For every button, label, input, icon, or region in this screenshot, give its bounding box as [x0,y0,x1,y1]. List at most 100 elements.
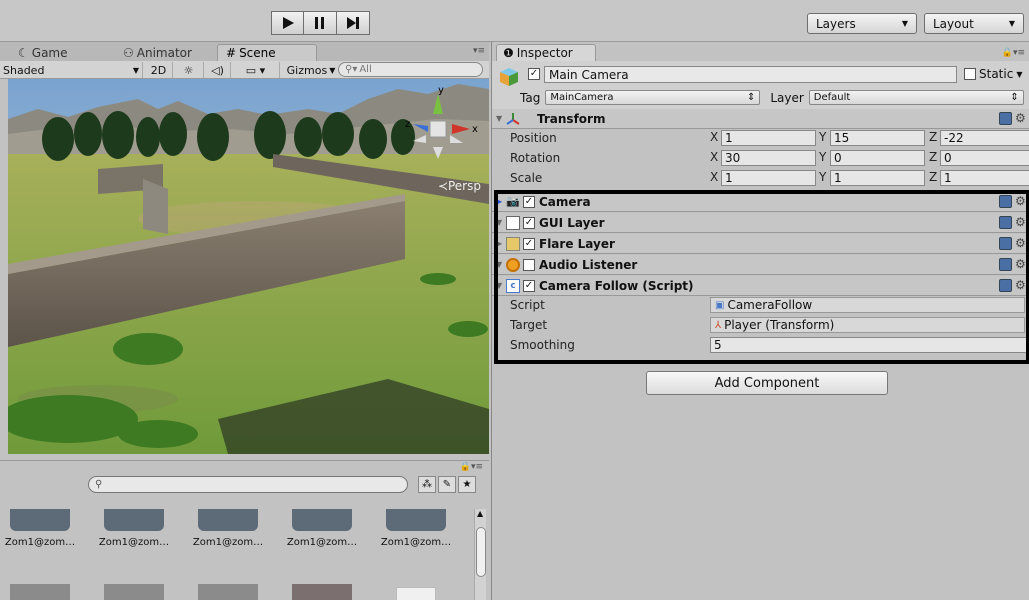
static-toggle[interactable]: Static ▼ [964,67,1022,81]
scroll-up-icon[interactable]: ▲ [477,509,483,518]
gear-icon[interactable]: ⚙ [1015,237,1028,250]
rotation-row: Rotation X 30 Y 0 Z 0 [492,148,1029,168]
audio-listener-enabled-checkbox[interactable] [523,258,535,271]
play-button[interactable] [271,11,304,35]
game-icon: ☾ [18,45,29,60]
scene-search-input[interactable]: ⚲▾ All [338,62,483,77]
asset-thumbnail[interactable] [292,584,352,600]
tag-dropdown[interactable]: MainCamera ⇕ [545,90,761,105]
script-icon: ▣ [715,299,725,311]
updown-icon: ⇕ [1010,92,1019,103]
pause-button[interactable] [304,11,337,35]
tab-animator[interactable]: ⚇ Animator [115,44,200,61]
layers-dropdown[interactable]: Layers ▼ [807,13,917,34]
sun-icon: ☼ [183,63,194,77]
gui-layer-enabled-checkbox[interactable]: ✓ [523,216,535,229]
asset-thumbnail[interactable] [198,584,258,600]
gear-icon[interactable]: ⚙ [1015,279,1028,292]
panel-menu-icon[interactable]: 🔒▾≡ [1002,48,1025,58]
lock-icon[interactable]: 🔒▾≡ [460,462,483,472]
gizmos-dropdown[interactable]: Gizmos ▼ [284,62,338,78]
project-scrollbar[interactable]: ▲ [474,509,486,600]
position-z-value: -22 [944,131,964,145]
rotation-z-field[interactable]: 0 [940,150,1029,166]
position-y-field[interactable]: 15 [830,130,925,146]
foldout-arrow-icon[interactable]: ▶ [496,197,506,206]
tab-game[interactable]: ☾ Game [10,44,76,61]
gameobject-header: ✓ Main Camera Static ▼ Tag MainCamera ⇕ … [492,61,1029,111]
position-z-field[interactable]: -22 [940,130,1029,146]
layer-dropdown[interactable]: Default ⇕ [808,90,1024,105]
static-checkbox[interactable] [964,68,976,80]
active-checkbox[interactable]: ✓ [528,68,540,80]
asset-item[interactable]: Zom1@zom… [376,509,456,548]
2d-toggle-button[interactable]: 2D [145,62,173,78]
persp-label[interactable]: ≺Persp [438,179,481,193]
camera-enabled-checkbox[interactable]: ✓ [523,195,535,208]
filter-label-icon[interactable]: ✎ [438,476,456,493]
scale-x-field[interactable]: 1 [721,170,816,186]
help-book-icon[interactable] [999,216,1012,229]
layout-dropdown[interactable]: Layout ▼ [924,13,1024,34]
asset-name: Zom1@zom… [286,537,358,548]
help-book-icon[interactable] [999,112,1012,125]
asset-item[interactable]: Zom1@zom… [0,509,80,548]
gameobject-cube-icon [500,68,518,86]
transform-component-header[interactable]: ▼ Transform ⚙ [492,109,1029,129]
rotation-y-field[interactable]: 0 [830,150,925,166]
asset-thumbnail[interactable] [10,584,70,600]
file-icon[interactable] [396,587,436,600]
foldout-arrow-icon[interactable]: ▼ [496,281,506,290]
help-book-icon[interactable] [999,279,1012,292]
camera-follow-component-header[interactable]: ▼ c ✓ Camera Follow (Script) ⚙ [492,276,1029,296]
lighting-toggle[interactable]: ☼ [174,62,204,78]
scene-viewport[interactable]: y x z ≺Persp [8,79,489,454]
shading-dropdown[interactable]: Shaded ▼ [0,62,143,78]
gear-icon[interactable]: ⚙ [1015,216,1028,229]
camera-component-header[interactable]: ▶ 📷 ✓ Camera ⚙ [492,192,1029,212]
foldout-arrow-icon[interactable]: ▶ [496,239,506,248]
gear-icon[interactable]: ⚙ [1015,258,1028,271]
asset-thumbnail[interactable] [104,584,164,600]
inspector-panel: ❶ Inspector 🔒▾≡ ✓ Main Camera Static ▼ T… [491,42,1029,600]
project-search-input[interactable]: ⚲ [88,476,408,493]
gear-icon[interactable]: ⚙ [1015,195,1028,208]
position-x-field[interactable]: 1 [721,130,816,146]
help-book-icon[interactable] [999,237,1012,250]
gui-layer-component-header[interactable]: ▼ ✓ GUI Layer ⚙ [492,213,1029,233]
tab-scene[interactable]: # Scene [217,44,317,61]
audio-toggle[interactable]: ◁) [205,62,231,78]
smoothing-field[interactable]: 5 [710,337,1029,353]
chevron-down-icon: ▼ [901,19,908,28]
effects-dropdown[interactable]: ▭ ▾ [232,62,280,78]
foldout-arrow-icon[interactable]: ▼ [496,218,506,227]
scale-y-field[interactable]: 1 [830,170,925,186]
camera-follow-title: Camera Follow (Script) [539,278,694,293]
tab-inspector[interactable]: ❶ Inspector [496,44,596,61]
script-reference-field[interactable]: ▣ CameraFollow [710,297,1025,313]
flare-layer-component-header[interactable]: ▶ ✓ Flare Layer ⚙ [492,234,1029,254]
object-name-field[interactable]: Main Camera [544,66,957,83]
filter-type-icon[interactable]: ⁂ [418,476,436,493]
help-book-icon[interactable] [999,258,1012,271]
chevron-down-icon: ▼ [1008,19,1015,28]
foldout-arrow-icon[interactable]: ▼ [496,114,506,123]
help-book-icon[interactable] [999,195,1012,208]
scale-z-field[interactable]: 1 [940,170,1029,186]
target-reference-field[interactable]: ⅄ Player (Transform) [710,317,1025,333]
foldout-arrow-icon[interactable]: ▼ [496,260,506,269]
step-button[interactable] [337,11,370,35]
favorite-star-icon[interactable]: ★ [458,476,476,493]
add-component-button[interactable]: Add Component [646,371,888,395]
panel-menu-icon[interactable]: ▾≡ [473,46,485,56]
asset-item[interactable]: Zom1@zom… [188,509,268,548]
scroll-thumb[interactable] [476,527,486,577]
camera-follow-enabled-checkbox[interactable]: ✓ [523,279,535,292]
asset-item[interactable]: Zom1@zom… [94,509,174,548]
flare-layer-enabled-checkbox[interactable]: ✓ [523,237,535,250]
chevron-down-icon: ▼ [329,65,336,75]
gear-icon[interactable]: ⚙ [1015,112,1028,125]
asset-item[interactable]: Zom1@zom… [282,509,362,548]
rotation-x-field[interactable]: 30 [721,150,816,166]
audio-listener-component-header[interactable]: ▼ Audio Listener ⚙ [492,255,1029,275]
